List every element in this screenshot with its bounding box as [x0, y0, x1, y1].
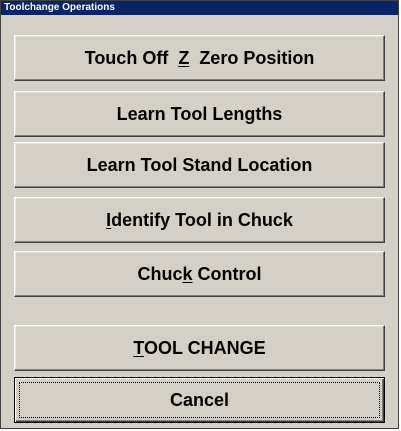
learn-tool-stand-location-button[interactable]: Learn Tool Stand Location [14, 142, 385, 188]
toolchange-dialog: Toolchange Operations Touch Off Z Zero P… [0, 0, 399, 429]
cancel-button[interactable]: Cancel [14, 377, 385, 423]
chuck-control-button[interactable]: Chuck Control [14, 251, 385, 297]
button-label: TOOL CHANGE [133, 337, 266, 358]
button-label: Chuck Control [137, 263, 262, 284]
touch-off-z-zero-button[interactable]: Touch Off Z Zero Position [14, 35, 385, 81]
button-label: Learn Tool Stand Location [86, 154, 313, 175]
button-label: Identify Tool in Chuck [106, 209, 293, 230]
button-label: Learn Tool Lengths [116, 103, 283, 124]
dialog-title: Toolchange Operations [1, 1, 398, 15]
learn-tool-lengths-button[interactable]: Learn Tool Lengths [14, 91, 385, 137]
tool-change-button[interactable]: TOOL CHANGE [14, 325, 385, 371]
identify-tool-in-chuck-button[interactable]: Identify Tool in Chuck [14, 197, 385, 243]
button-label: Cancel [169, 389, 230, 410]
button-label: Touch Off Z Zero Position [84, 47, 315, 68]
